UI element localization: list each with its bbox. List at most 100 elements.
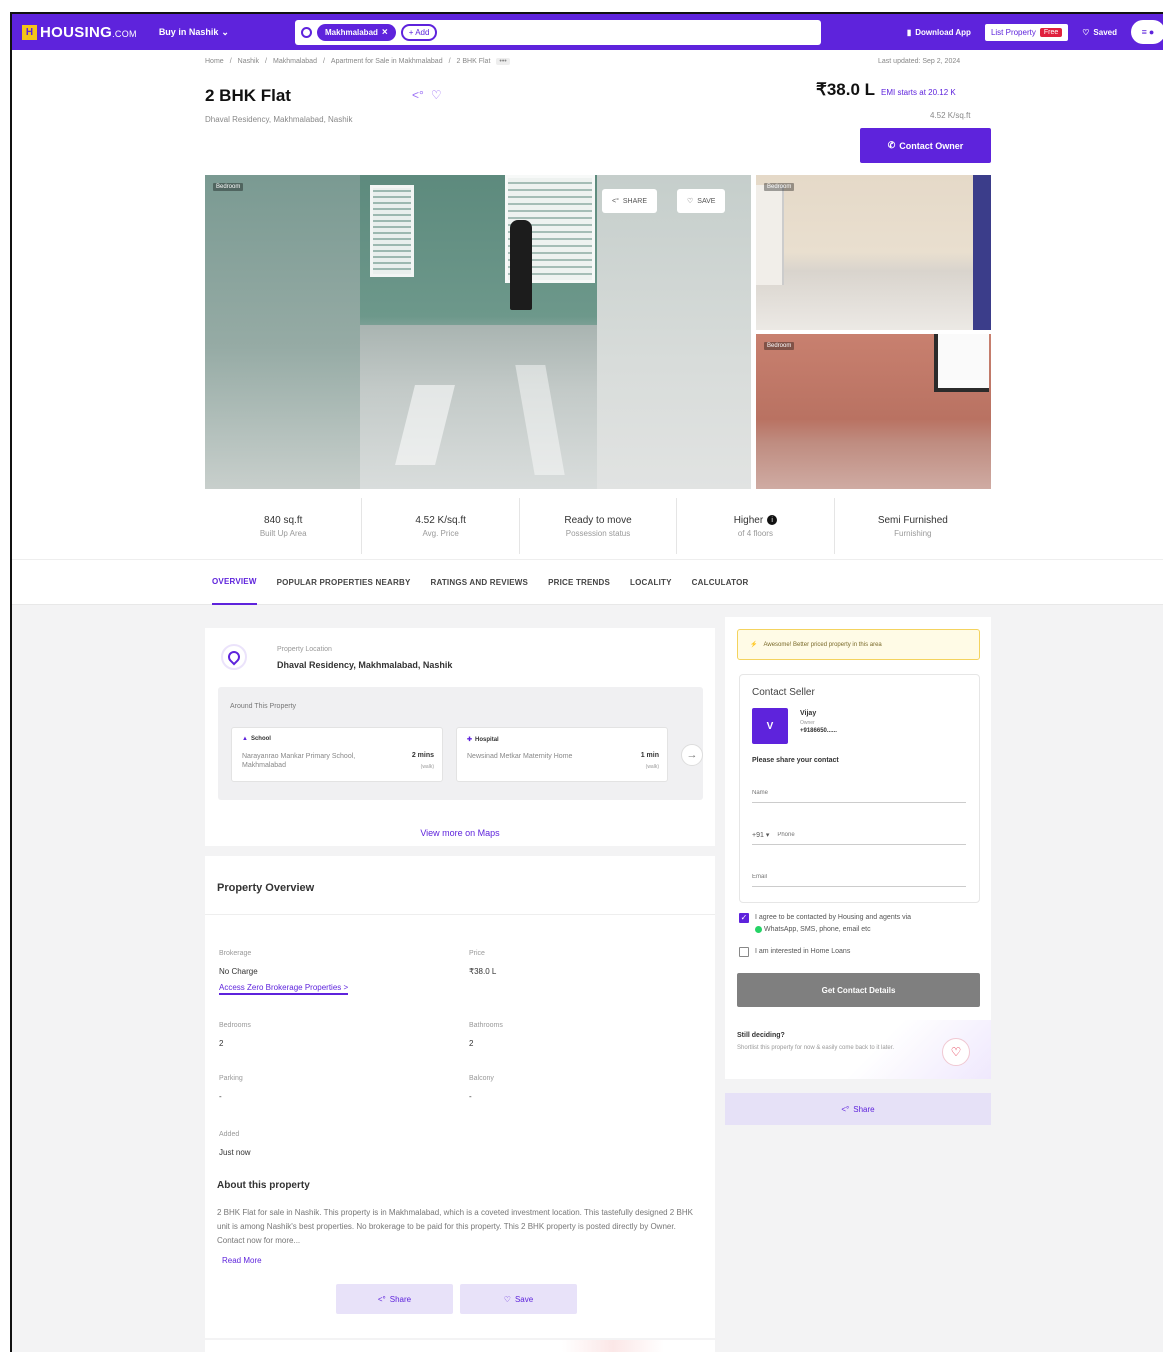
page-title: 2 BHK Flat	[205, 86, 291, 105]
divider	[205, 914, 715, 915]
breadcrumb-separator: /	[322, 58, 325, 65]
added-label: Added	[219, 1131, 240, 1138]
consent-checkbox[interactable]: ✓	[739, 913, 749, 923]
next-section-card	[205, 1340, 715, 1352]
hospital-icon: ✚	[467, 737, 473, 743]
tab-locality[interactable]: LOCALITY	[630, 559, 672, 605]
breadcrumb-item[interactable]: Nashik	[238, 58, 259, 65]
alert-text: Awesome! Better priced property in this …	[763, 641, 882, 648]
breadcrumb-more-button[interactable]: •••	[496, 58, 510, 65]
close-icon[interactable]: ×	[382, 27, 388, 38]
view-maps-link[interactable]: View more on Maps	[205, 828, 715, 838]
brokerage-value: No Charge	[219, 967, 258, 976]
amenity-card-hospital[interactable]: ✚ Hospital Newsinad Metkar Maternity Home…	[456, 727, 668, 782]
heart-icon: ♡	[687, 198, 694, 205]
photo-wall	[973, 175, 991, 330]
sidebar-share-label: Share	[853, 1104, 875, 1114]
amenity-type: ✚ Hospital	[467, 736, 499, 744]
list-property-button[interactable]: List Property Free	[984, 23, 1069, 41]
menu-icon: ≡	[1141, 27, 1147, 37]
emi-link[interactable]: EMI starts at 20.12 K	[881, 88, 956, 97]
price-value: ₹38.0 L	[469, 967, 497, 976]
heart-icon: ♡	[1082, 27, 1090, 37]
zero-brokerage-link[interactable]: Access Zero Brokerage Properties >	[219, 983, 349, 995]
info-icon[interactable]: i	[767, 515, 778, 525]
photo-blur-right	[597, 175, 751, 489]
stat-value: Semi Furnished	[877, 514, 948, 526]
deciding-title: Still deciding?	[737, 1032, 785, 1039]
photo-gallery: Bedroom <° SHARE ♡ SAVE Bedroom Bedroom	[205, 175, 991, 489]
sidebar-share-button[interactable]: <° Share	[725, 1093, 991, 1125]
stat-furnishing: Semi Furnished Furnishing	[835, 498, 991, 554]
city-dropdown-label: Buy in Nashik	[158, 27, 219, 37]
tab-popular-properties[interactable]: POPULAR PROPERTIES NEARBY	[277, 559, 411, 605]
country-code-label: +91	[752, 831, 764, 839]
search-icon	[301, 27, 312, 38]
shortlist-heart-icon[interactable]: ♡	[942, 1038, 970, 1066]
save-button[interactable]: ♡ Save	[460, 1284, 577, 1314]
bedrooms-label: Bedrooms	[219, 1022, 251, 1029]
gallery-share-button[interactable]: <° SHARE	[602, 189, 658, 213]
breadcrumb-item[interactable]: Apartment for Sale in Makhmalabad	[331, 58, 443, 65]
stat-label: Furnishing	[894, 528, 932, 538]
share-icon[interactable]: <°	[412, 88, 424, 102]
tab-overview[interactable]: OVERVIEW	[212, 559, 257, 605]
photo-window	[370, 185, 414, 277]
name-field[interactable]	[752, 783, 966, 803]
share-icon: <°	[612, 197, 619, 205]
contact-form: Contact Seller V Vijay Owner +9186650...…	[739, 674, 980, 903]
balcony-value: -	[469, 1092, 472, 1101]
contact-owner-button[interactable]: ✆ Contact Owner	[860, 128, 991, 163]
stat-value: Ready to move	[564, 514, 632, 526]
breadcrumb-item[interactable]: Home	[205, 58, 224, 65]
consent-channels: WhatsApp, SMS, phone, email etc	[764, 926, 871, 933]
download-app-link[interactable]: ▮ Download App	[907, 28, 971, 37]
free-badge: Free	[1039, 27, 1063, 37]
arrow-right-icon[interactable]: →	[681, 744, 703, 766]
locality-chip[interactable]: Makhmalabad ×	[317, 24, 396, 41]
tab-ratings-reviews[interactable]: RATINGS AND REVIEWS	[430, 559, 528, 605]
breadcrumb-item[interactable]: Makhmalabad	[273, 58, 317, 65]
saved-link[interactable]: ♡ Saved	[1082, 28, 1117, 37]
housing-logo-icon: H	[22, 24, 37, 40]
nav-actions: ▮ Download App List Property Free ♡ Saved ≡…	[907, 20, 1163, 44]
email-field[interactable]	[752, 867, 966, 887]
read-more-link[interactable]: Read More	[222, 1256, 262, 1265]
bathrooms-label: Bathrooms	[469, 1022, 503, 1029]
get-contact-details-button[interactable]: Get Contact Details	[737, 973, 980, 1007]
share-contact-prompt: Please share your contact	[752, 757, 839, 764]
stat-label: Avg. Price	[422, 528, 459, 538]
chevron-down-icon: ⌄	[221, 26, 229, 37]
city-dropdown[interactable]: Buy in Nashik ⌄	[159, 27, 229, 38]
country-code-select[interactable]: +91 ▾	[752, 831, 769, 839]
photo-window	[934, 334, 989, 392]
parking-label: Parking	[219, 1075, 243, 1082]
add-locality-button[interactable]: + Add	[400, 24, 438, 41]
amenity-card-school[interactable]: ▲ School Narayanrao Mankar Primary School…	[231, 727, 443, 782]
share-button[interactable]: <° Share	[336, 1284, 453, 1314]
lightning-icon: ⚡	[750, 642, 758, 648]
gallery-save-button[interactable]: ♡ SAVE	[677, 189, 726, 213]
property-address: Dhaval Residency, Makhmalabad, Nashik	[205, 115, 353, 124]
phone-icon: ▮	[906, 27, 912, 37]
photo-door	[756, 185, 784, 285]
heart-icon[interactable]: ♡	[431, 88, 442, 102]
share-icon: <°	[377, 1294, 386, 1304]
stat-area: 840 sq.ft Built Up Area	[205, 498, 363, 554]
stat-value: Higher	[733, 514, 764, 526]
main-photo[interactable]: Bedroom <° SHARE ♡ SAVE	[205, 175, 751, 489]
tab-price-trends[interactable]: PRICE TRENDS	[548, 559, 610, 605]
phone-field[interactable]	[777, 831, 928, 838]
side-photo-bottom[interactable]: Bedroom	[756, 334, 991, 489]
amenity-name: Newsinad Metkar Maternity Home	[467, 753, 573, 760]
stat-value: 840 sq.ft	[264, 514, 303, 526]
search-bar[interactable]: Makhmalabad × + Add	[295, 20, 821, 45]
housing-logo[interactable]: H HOUSING.COM	[22, 24, 137, 41]
balcony-label: Balcony	[469, 1075, 494, 1082]
amenity-distance: 1 min	[640, 752, 659, 759]
home-loans-checkbox[interactable]	[739, 947, 749, 957]
tab-calculator[interactable]: CALCULATOR	[692, 559, 749, 605]
side-photo-top[interactable]: Bedroom	[756, 175, 991, 330]
user-menu-button[interactable]: ≡ ●	[1131, 20, 1163, 44]
breadcrumb-separator: /	[265, 58, 267, 65]
